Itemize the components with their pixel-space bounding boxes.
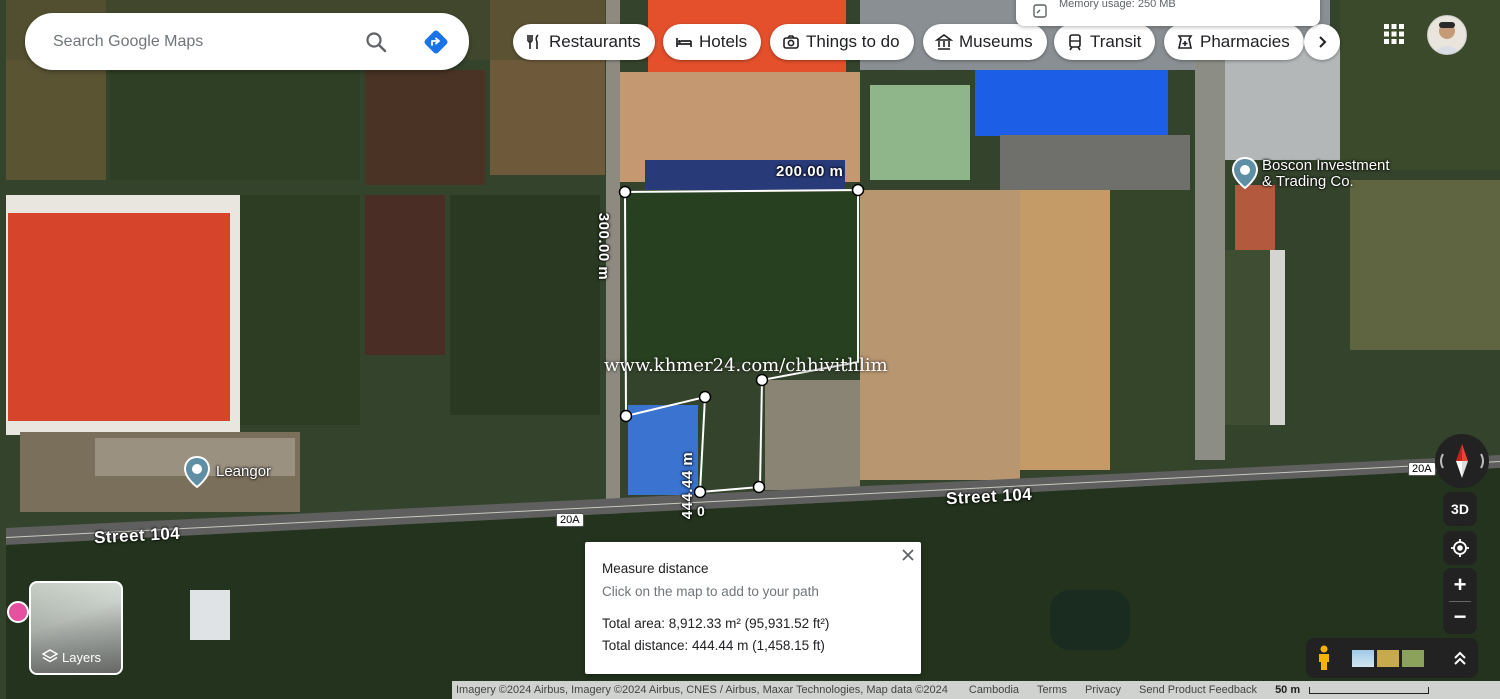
watermark: www.khmer24.com/chhivithlim — [604, 355, 888, 376]
imagery-thumb-satellite[interactable] — [1352, 650, 1374, 667]
measure-label-left: 300.00 m — [595, 212, 613, 281]
chip-label: Pharmacies — [1200, 32, 1290, 51]
search-box — [25, 13, 469, 70]
close-icon — [902, 549, 914, 561]
footer-link-terms[interactable]: Terms — [1037, 684, 1067, 696]
place-label-leangor[interactable]: Leangor — [216, 463, 271, 480]
scale-label[interactable]: 50 m — [1275, 684, 1300, 696]
measure-label-bottom: 444.44 m — [679, 451, 697, 520]
imagery-strip — [1306, 638, 1478, 678]
place-pin-boscon[interactable] — [1231, 156, 1259, 194]
imagery-thumb-map[interactable] — [1402, 650, 1424, 667]
chip-museums[interactable]: Museums — [923, 24, 1047, 60]
chip-label: Museums — [959, 32, 1033, 51]
hotel-pin-icon[interactable] — [7, 601, 29, 623]
train-icon — [1069, 34, 1081, 51]
avatar[interactable] — [1427, 15, 1467, 55]
apps-button[interactable] — [1380, 20, 1408, 48]
chip-transit[interactable]: Transit — [1054, 24, 1156, 60]
imagery-attribution: Imagery ©2024 Airbus, Imagery ©2024 Airb… — [456, 684, 948, 696]
3d-button[interactable]: 3D — [1443, 492, 1477, 526]
measure-label-top: 200.00 m — [776, 163, 844, 180]
zoom-controls: + − — [1443, 568, 1477, 634]
compass-button[interactable] — [1435, 434, 1489, 488]
pegman-icon[interactable] — [1315, 645, 1333, 671]
museum-icon — [935, 34, 953, 50]
route-shield: 20A — [556, 513, 584, 527]
place-pin-leangor[interactable] — [183, 455, 211, 493]
layers-icon — [42, 649, 58, 663]
chip-pharmacies[interactable]: Pharmacies — [1164, 24, 1304, 60]
close-button[interactable] — [899, 546, 917, 564]
measure-total-area: Total area: 8,912.33 m² (95,931.52 ft²) — [602, 616, 830, 631]
directions-icon — [424, 30, 448, 54]
chip-label: Hotels — [699, 32, 748, 51]
place-label-boscon[interactable]: Boscon Investment & Trading Co. — [1262, 158, 1390, 190]
apps-grid-icon — [1384, 24, 1404, 44]
fork-knife-icon — [527, 34, 539, 49]
scale-bar — [1309, 686, 1430, 694]
memory-usage-text: Memory usage: 250 MB — [1059, 0, 1176, 10]
layers-label: Layers — [62, 650, 102, 665]
chip-hotels[interactable]: Hotels — [663, 24, 762, 60]
bed-icon — [676, 38, 692, 47]
measure-subtitle: Click on the map to add to your path — [602, 584, 819, 599]
search-icon — [366, 32, 387, 53]
chip-label: Restaurants — [549, 32, 641, 51]
zoom-out-button[interactable]: − — [1443, 602, 1477, 634]
footer-link-feedback[interactable]: Send Product Feedback — [1139, 684, 1257, 696]
measure-total-distance: Total distance: 444.44 m (1,458.15 ft) — [602, 638, 825, 653]
chip-things-to-do[interactable]: Things to do — [770, 24, 914, 60]
chevron-up-double-icon[interactable] — [1453, 650, 1467, 666]
avatar-image — [1433, 22, 1461, 54]
memory-usage-tooltip: Memory usage: 250 MB — [1016, 0, 1320, 26]
zoom-in-button[interactable]: + — [1443, 568, 1477, 601]
attribution-footer: Imagery ©2024 Airbus, Imagery ©2024 Airb… — [452, 681, 1500, 699]
route-shield: 20A — [1408, 462, 1436, 476]
chip-restaurants[interactable]: Restaurants — [513, 24, 655, 60]
measure-title: Measure distance — [602, 561, 709, 576]
imagery-thumb-terrain[interactable] — [1377, 650, 1399, 667]
my-location-button[interactable] — [1443, 531, 1477, 565]
chevron-right-icon — [1319, 36, 1327, 48]
search-button[interactable] — [361, 27, 391, 57]
chips-next-button[interactable] — [1304, 24, 1340, 60]
camera-icon — [783, 35, 799, 49]
location-target-icon — [1451, 539, 1469, 557]
gauge-icon — [1033, 4, 1047, 18]
directions-button[interactable] — [421, 27, 451, 57]
measure-label-zero: 0 — [697, 503, 706, 519]
search-input[interactable] — [51, 29, 355, 55]
footer-link-cambodia[interactable]: Cambodia — [969, 684, 1019, 696]
place-pin-icon — [1231, 156, 1259, 190]
pharmacy-icon — [1177, 35, 1193, 49]
chip-label: Things to do — [806, 32, 900, 51]
layers-button[interactable]: Layers — [29, 581, 123, 675]
footer-link-privacy[interactable]: Privacy — [1085, 684, 1121, 696]
place-pin-icon — [183, 455, 211, 489]
compass-icon — [1440, 444, 1484, 478]
chip-label: Transit — [1090, 32, 1142, 51]
measure-distance-panel: Measure distance Click on the map to add… — [585, 542, 921, 674]
